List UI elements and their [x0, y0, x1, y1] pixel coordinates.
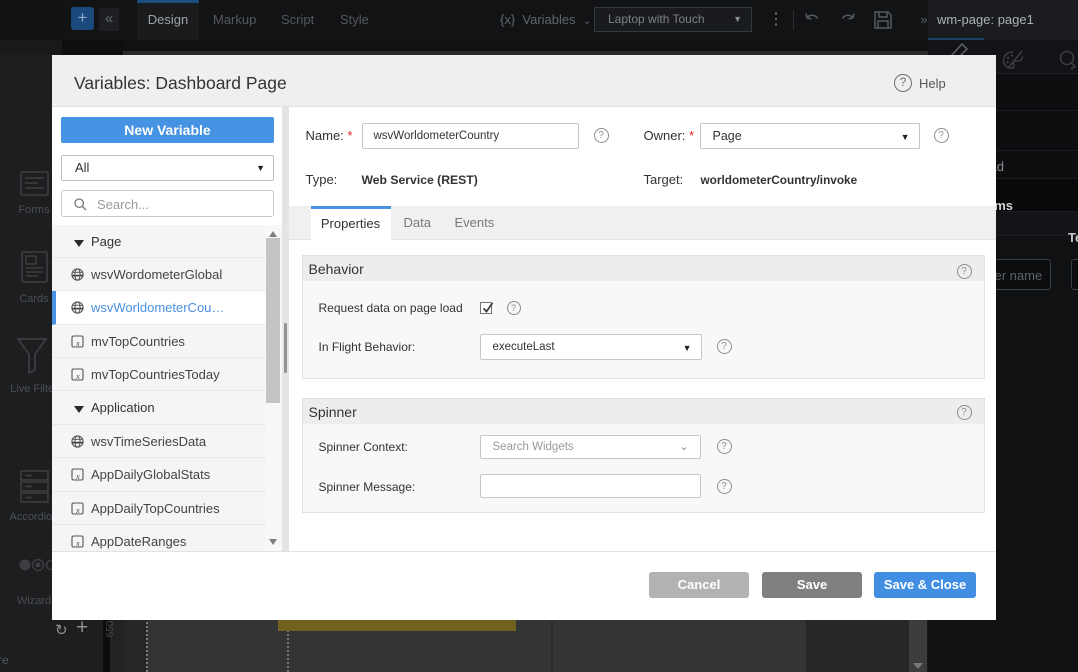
svg-text:x: x [75, 338, 80, 348]
svg-text:x: x [75, 505, 80, 515]
svg-text:x: x [75, 538, 80, 548]
svg-text:x: x [75, 371, 80, 381]
svg-text:x: x [75, 471, 80, 481]
